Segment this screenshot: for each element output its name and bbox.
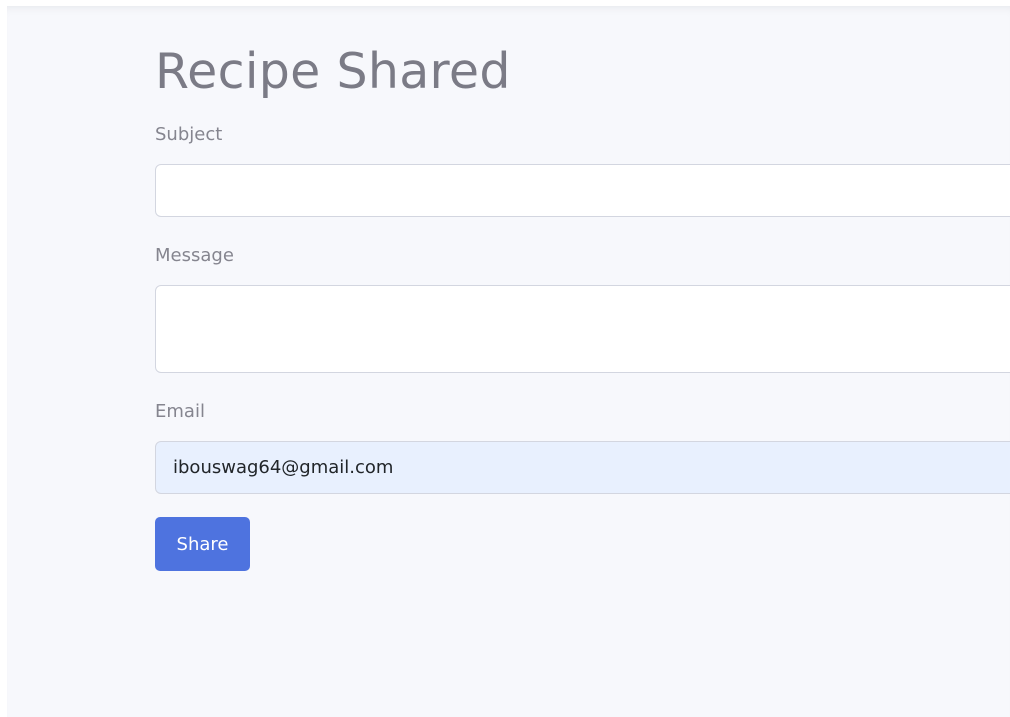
share-button[interactable]: Share (155, 517, 250, 571)
message-label: Message (155, 245, 234, 266)
email-input[interactable] (155, 441, 1010, 494)
page-viewport: Recipe Shared Subject Message Email Shar… (7, 6, 1010, 717)
email-label: Email (155, 401, 205, 422)
subject-input[interactable] (155, 164, 1010, 217)
message-textarea[interactable] (155, 285, 1010, 373)
page-title: Recipe Shared (155, 43, 511, 100)
subject-label: Subject (155, 124, 223, 145)
